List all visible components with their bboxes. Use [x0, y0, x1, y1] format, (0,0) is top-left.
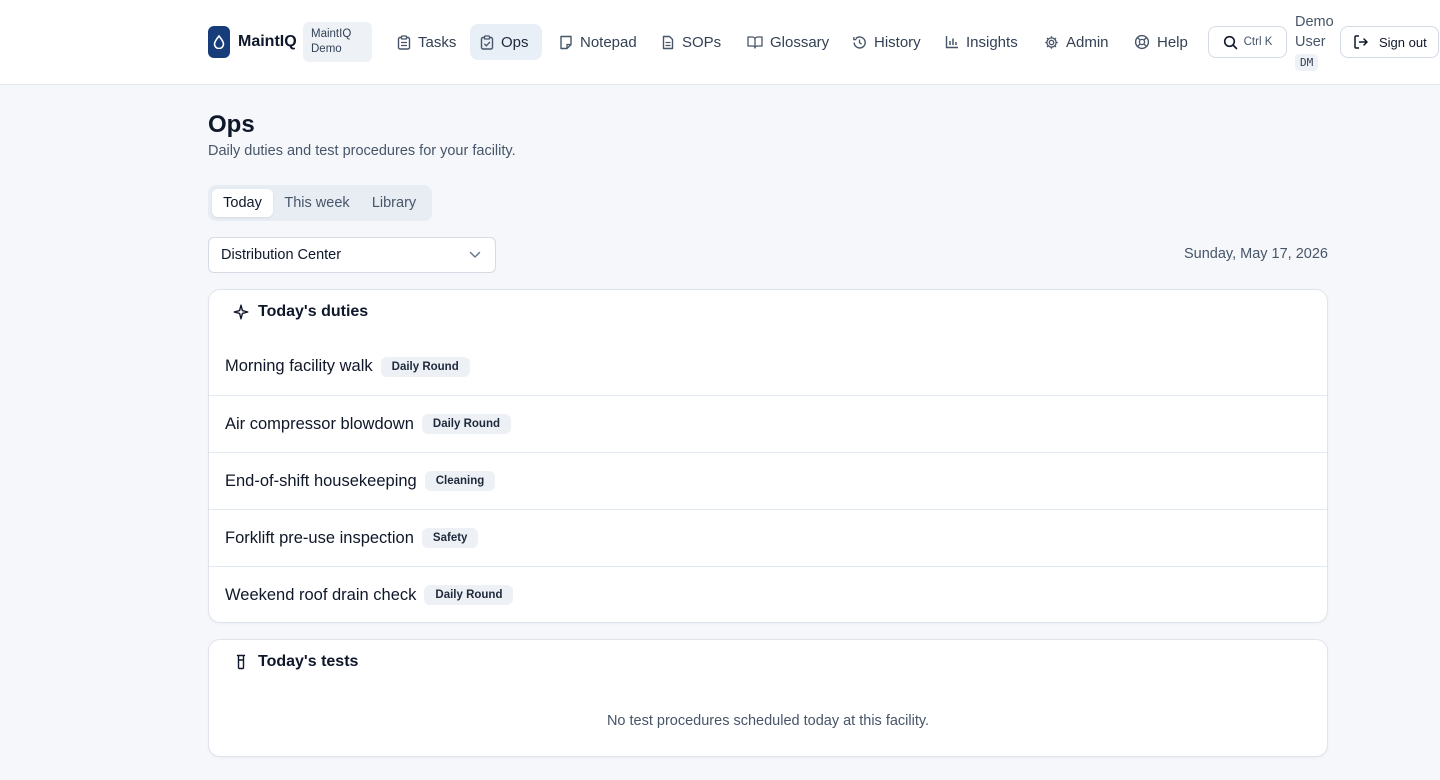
nav-history[interactable]: History — [842, 24, 931, 60]
nav-tasks-label: Tasks — [418, 33, 457, 51]
clipboard-check-icon — [480, 34, 494, 50]
view-tabs: Today This week Library — [208, 185, 432, 221]
search-button[interactable]: Ctrl K — [1208, 26, 1287, 58]
gear-icon — [1045, 35, 1058, 49]
tab-today[interactable]: Today — [212, 189, 273, 217]
sticky-note-icon — [560, 35, 572, 49]
log-out-icon — [1354, 35, 1368, 49]
tab-this-week[interactable]: This week — [277, 189, 357, 217]
nav-history-label: History — [874, 33, 921, 51]
search-icon — [1223, 35, 1237, 49]
duty-row[interactable]: Forklift pre-use inspection Safety — [209, 509, 1327, 566]
nav-glossary-label: Glossary — [770, 33, 830, 51]
chevron-down-icon — [469, 251, 481, 258]
page-title: Ops — [208, 111, 255, 138]
duty-row[interactable]: Weekend roof drain check Daily Round — [209, 566, 1327, 623]
duty-category-badge: Safety — [421, 528, 479, 548]
nav-help-label: Help — [1157, 33, 1188, 51]
org-badge[interactable]: MaintIQ Demo — [303, 22, 372, 62]
tests-empty-message: No test procedures scheduled today at th… — [606, 713, 930, 729]
brand-home-link[interactable]: MaintIQ — [208, 26, 297, 58]
nav-notepad-label: Notepad — [580, 33, 637, 51]
duty-category-badge: Cleaning — [424, 471, 496, 491]
tests-card: Today's tests No test procedures schedul… — [208, 639, 1328, 757]
user-initials-badge: DM — [1295, 54, 1319, 71]
duty-name: Forklift pre-use inspection — [225, 528, 414, 547]
user-name-line2: User — [1295, 34, 1326, 50]
duty-name: Weekend roof drain check — [225, 585, 417, 604]
book-open-icon — [747, 36, 763, 49]
duty-name: End-of-shift housekeeping — [225, 471, 417, 490]
duty-name: Morning facility walk — [225, 357, 373, 375]
nav-insights-label: Insights — [966, 33, 1018, 51]
history-icon — [853, 35, 866, 49]
org-badge-line1: MaintIQ — [311, 28, 352, 40]
test-tube-icon — [236, 654, 246, 670]
duty-category-badge: Daily Round — [380, 356, 470, 377]
nav-ops[interactable]: Ops — [470, 24, 542, 60]
nav-insights[interactable]: Insights — [935, 24, 1028, 60]
bar-chart-icon — [945, 36, 958, 49]
duty-category-badge: Daily Round — [424, 585, 514, 605]
nav-help[interactable]: Help — [1124, 24, 1198, 60]
duty-name: Air compressor blowdown — [225, 414, 414, 433]
user-name-line1: Demo — [1295, 14, 1334, 30]
nav-sops[interactable]: SOPs — [651, 24, 731, 60]
life-buoy-icon — [1134, 34, 1150, 50]
duty-category-badge: Daily Round — [421, 414, 511, 434]
current-date: Sunday, May 17, 2026 — [1183, 246, 1328, 262]
droplet-logo-icon — [208, 26, 230, 58]
sign-out-button[interactable]: Sign out — [1340, 26, 1439, 58]
duties-title-label: Today's duties — [258, 303, 369, 320]
sign-out-label: Sign out — [1379, 34, 1427, 50]
org-badge-line2: Demo — [311, 43, 342, 55]
duty-row[interactable]: Air compressor blowdown Daily Round — [209, 395, 1327, 452]
duty-row[interactable]: Morning facility walk Daily Round — [209, 338, 1327, 395]
tab-library[interactable]: Library — [361, 189, 427, 217]
page-subtitle: Daily duties and test procedures for you… — [208, 143, 516, 159]
nav-notepad[interactable]: Notepad — [549, 24, 647, 60]
duty-row[interactable]: End-of-shift housekeeping Cleaning — [209, 452, 1327, 509]
clipboard-icon — [397, 34, 411, 50]
nav-glossary[interactable]: Glossary — [737, 24, 839, 60]
nav-tasks[interactable]: Tasks — [387, 24, 466, 60]
duties-card-title: Today's duties — [233, 303, 368, 321]
search-shortcut-hint: Ctrl K — [1243, 36, 1273, 48]
facility-select[interactable]: Distribution Center — [208, 237, 496, 273]
nav-sops-label: SOPs — [682, 33, 722, 51]
brand-name: MaintIQ — [238, 33, 297, 50]
facility-select-value: Distribution Center — [221, 247, 342, 263]
tests-title-label: Today's tests — [258, 653, 359, 670]
top-nav-bar: MaintIQ MaintIQ Demo Tasks Ops Notepad S… — [0, 0, 1440, 85]
nav-admin[interactable]: Admin — [1034, 24, 1119, 60]
nav-ops-label: Ops — [501, 33, 529, 51]
nav-admin-label: Admin — [1066, 33, 1109, 51]
file-text-icon — [662, 35, 674, 49]
sparkle-icon — [233, 304, 249, 320]
tests-card-title: Today's tests — [233, 653, 358, 671]
user-menu[interactable]: Demo User DM — [1295, 12, 1335, 72]
duties-card: Today's duties Morning facility walk Dai… — [208, 289, 1328, 623]
